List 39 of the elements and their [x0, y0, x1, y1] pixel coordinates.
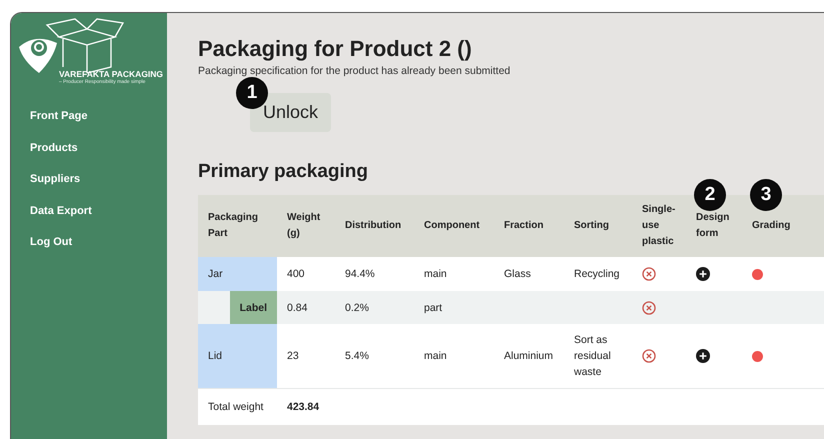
total-label: Total weight	[208, 400, 264, 413]
table-cell: Recycling	[574, 268, 620, 280]
table-cell: 400	[287, 268, 305, 280]
part-cell: Jar	[198, 257, 277, 291]
callout-badge: 3	[750, 179, 782, 211]
part-cell: Label	[230, 291, 277, 324]
table-cell: 0.84	[287, 302, 308, 314]
table-cell: Sort as residual waste	[574, 334, 611, 378]
plus-circle-icon[interactable]	[696, 349, 710, 363]
nav-link[interactable]: Suppliers	[30, 170, 80, 188]
table-cell: 0.2%	[345, 302, 369, 314]
column-header: Fraction	[494, 195, 564, 257]
nav-link[interactable]: Products	[30, 138, 78, 157]
column-header: Packaging Part	[198, 195, 277, 257]
table-cell: main	[424, 268, 447, 280]
table-cell: main	[424, 350, 447, 362]
column-header: Weight (g)	[277, 195, 335, 257]
plus-circle-icon[interactable]	[696, 267, 710, 281]
column-header: Distribution	[335, 195, 414, 257]
column-header: Sorting	[564, 195, 632, 257]
table-cell: Glass	[504, 268, 531, 280]
table-cell: Aluminium	[504, 350, 554, 362]
logo-name: VAREFAKTA PACKAGING	[59, 69, 164, 79]
page-title: Packaging for Product 2 ()	[198, 35, 473, 63]
callout-badge: 2	[694, 179, 726, 211]
callout-badge: 1	[236, 77, 268, 109]
column-header: Component	[414, 195, 494, 257]
column-header: Single-use plastic	[632, 195, 686, 257]
table-cell: part	[424, 302, 442, 314]
table-cell: 5.4%	[345, 350, 369, 362]
section-heading: Primary packaging	[198, 160, 370, 184]
table-cell: 23	[287, 350, 299, 362]
nav-link[interactable]: Log Out	[30, 233, 72, 252]
part-cell: Lid	[198, 324, 277, 388]
total-value: 423.84	[287, 400, 320, 413]
nav-link[interactable]: Front Page	[30, 107, 88, 126]
page-subtitle: Packaging specification for the product has already been submitted	[198, 65, 512, 77]
nav-link[interactable]: Data Export	[30, 202, 92, 220]
table-cell: 94.4%	[345, 268, 375, 280]
